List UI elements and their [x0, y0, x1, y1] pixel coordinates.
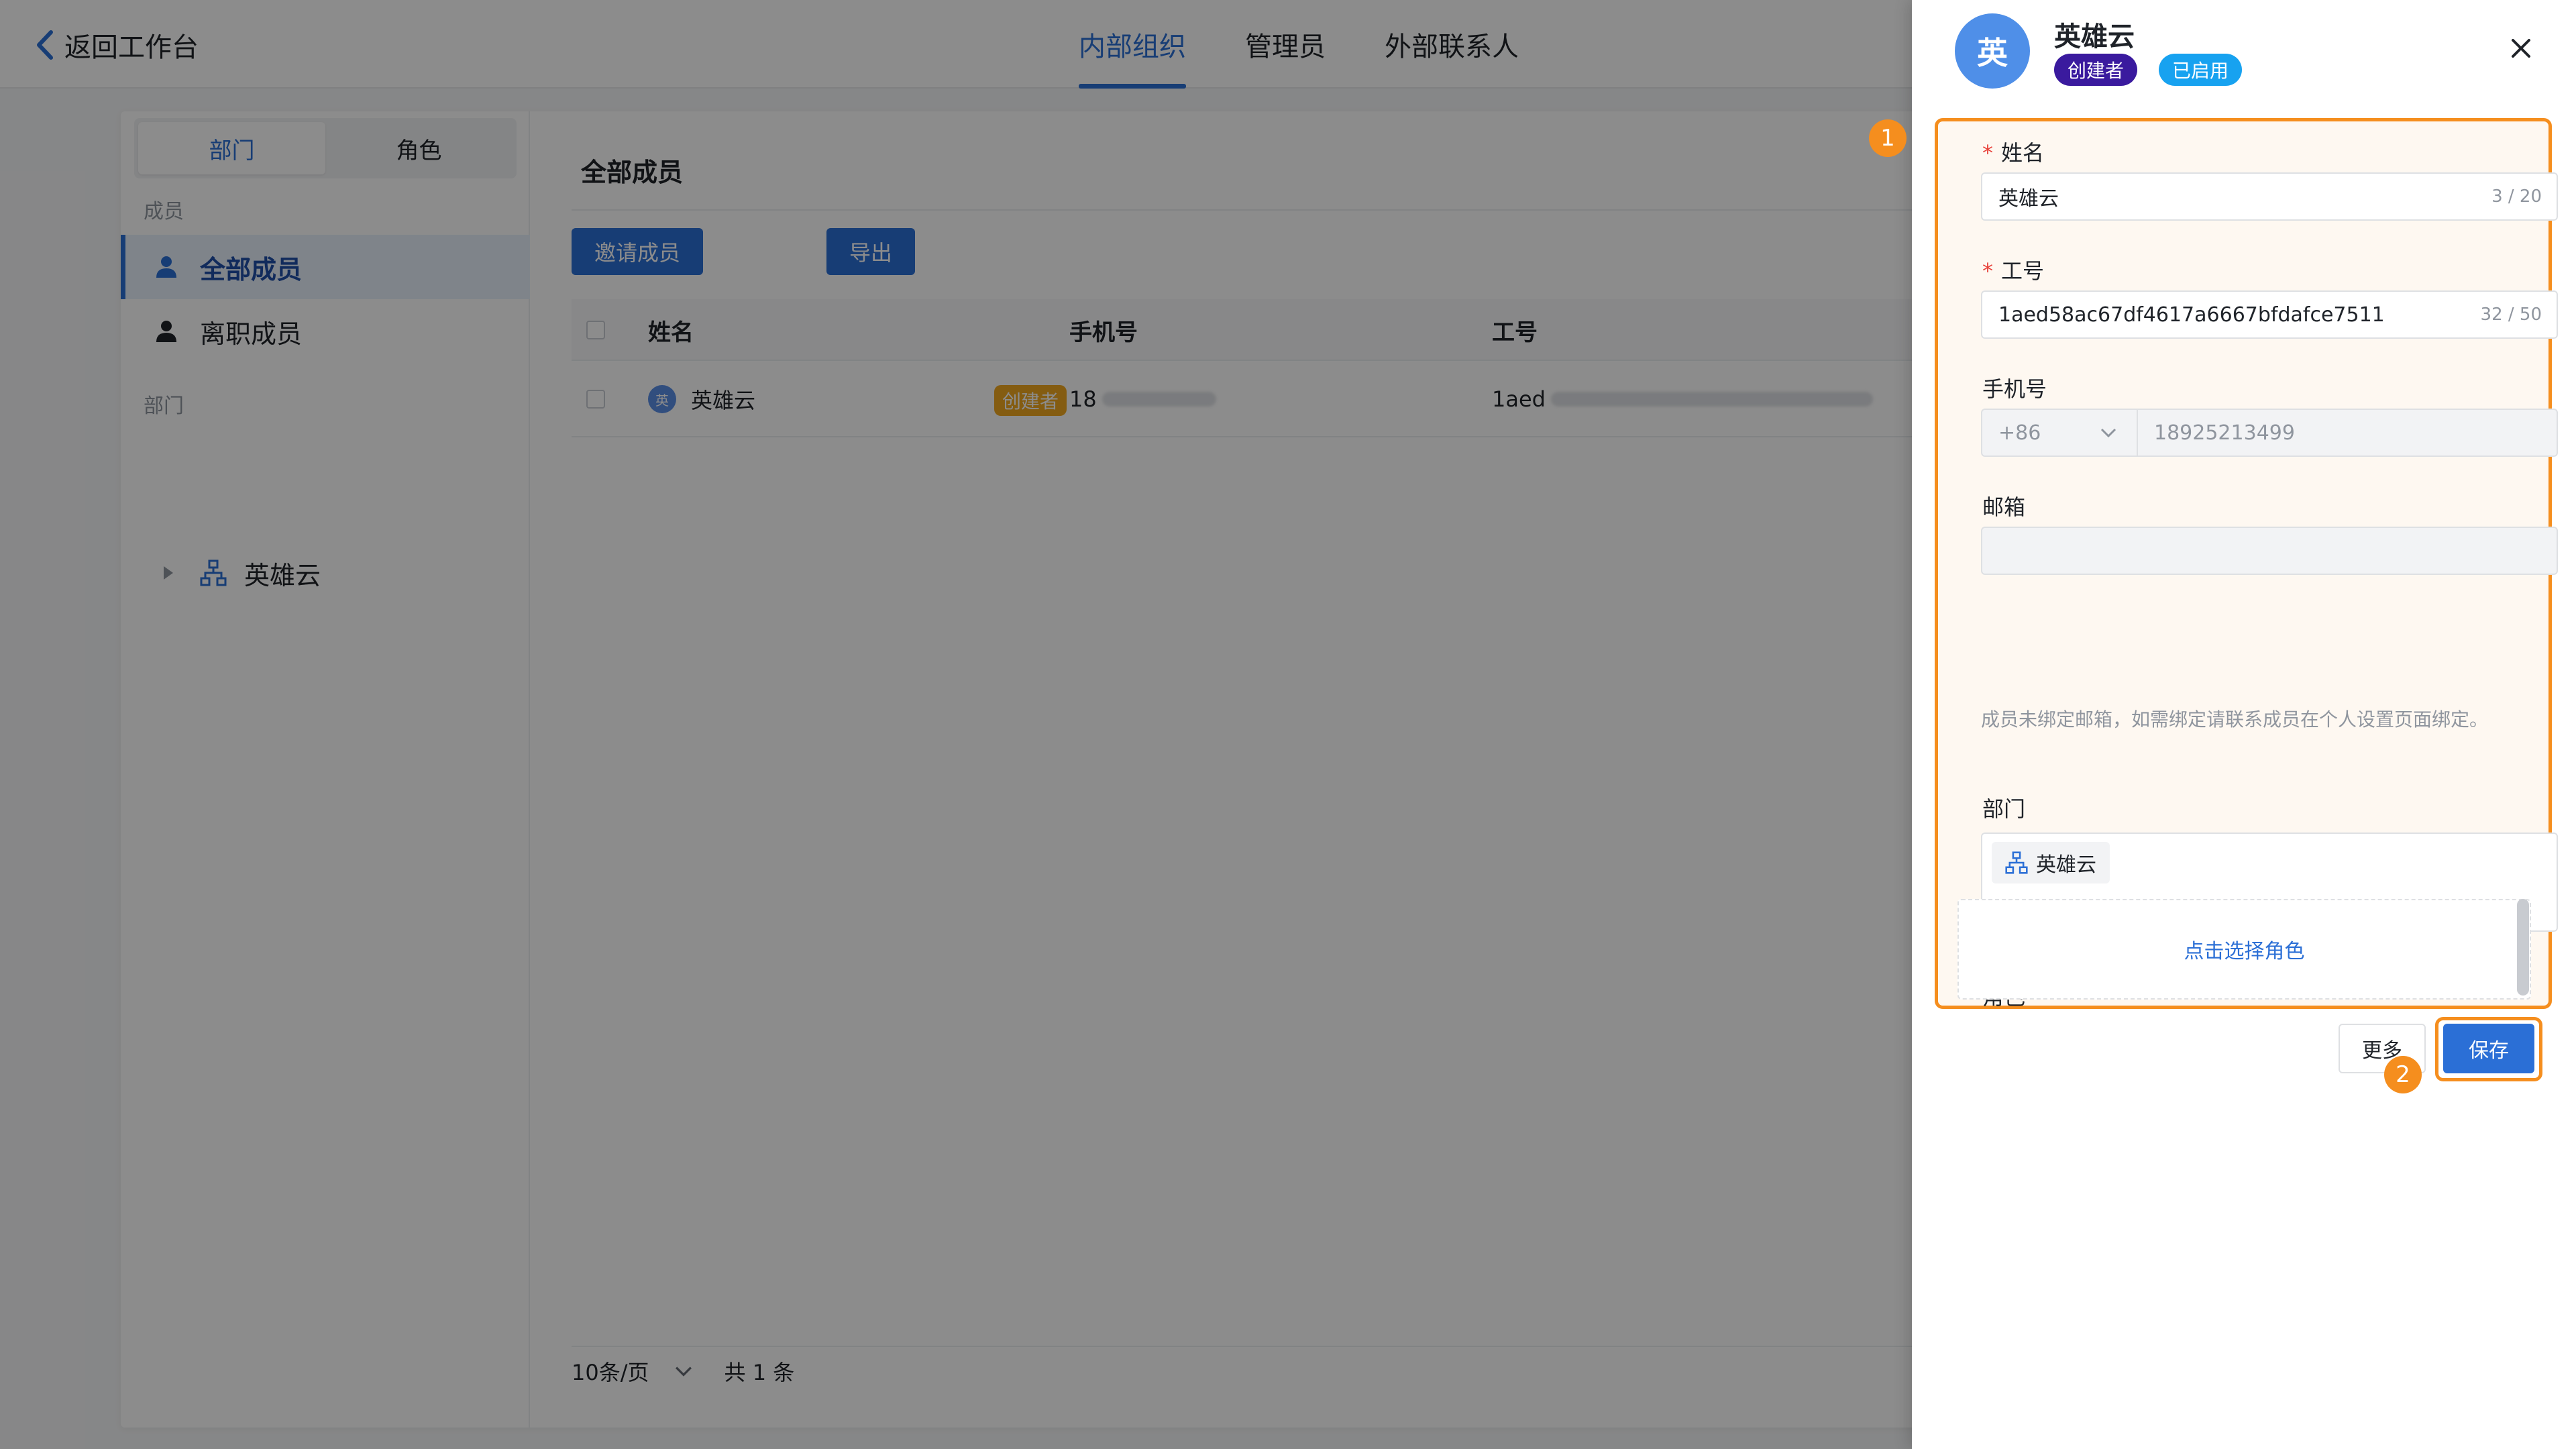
name-label: * 姓名: [1982, 140, 2045, 166]
phone-value[interactable]: 18925213499: [2138, 421, 2295, 445]
close-icon[interactable]: [2508, 35, 2534, 62]
drawer-header: 英 英雄云 创建者 已启用: [1912, 0, 2576, 101]
country-code-select[interactable]: +86: [1982, 410, 2138, 455]
department-tag[interactable]: 英雄云: [1992, 842, 2110, 883]
callout-marker: 1: [1869, 119, 1907, 157]
department-tag-label: 英雄云: [2036, 853, 2096, 877]
email-label: 邮箱: [1982, 494, 2026, 520]
email-hint: 成员未绑定邮箱，如需绑定请联系成员在个人设置页面绑定。: [1981, 708, 2489, 731]
employee-id-label: * 工号: [1982, 258, 2045, 284]
member-form: * 姓名 英雄云 3 / 20 * 工号 1aed58ac67df4617a6667…: [1935, 118, 2558, 1010]
employee-id-input[interactable]: 1aed58ac67df4617a6667bfdafce7511 32 / 50: [1981, 290, 2558, 339]
employee-id-char-count: 32 / 50: [2480, 305, 2542, 325]
member-name: 英雄云: [2054, 21, 2135, 52]
creator-badge: 创建者: [2054, 54, 2138, 86]
save-button[interactable]: 保存: [2443, 1024, 2534, 1073]
employee-id-value: 1aed58ac67df4617a6667bfdafce7511: [1998, 303, 2385, 327]
email-input[interactable]: [1981, 527, 2558, 575]
chevron-down-icon: [2100, 428, 2116, 437]
required-mark: *: [1982, 140, 1993, 166]
member-edit-drawer: 英 英雄云 创建者 已启用 * 姓名 英雄云 3 / 20 * 工号 1aed58a…: [1869, 0, 2576, 1449]
name-char-count: 3 / 20: [2491, 186, 2542, 207]
avatar: 英: [1955, 13, 2030, 89]
org-chart-icon: [2005, 851, 2028, 874]
callout-marker: 2: [2384, 1056, 2422, 1093]
scrollbar[interactable]: [2517, 899, 2529, 996]
phone-label: 手机号: [1982, 376, 2047, 402]
name-input[interactable]: 英雄云 3 / 20: [1981, 172, 2558, 221]
phone-input-group: +86 18925213499: [1981, 409, 2558, 457]
country-code: +86: [1998, 421, 2041, 445]
role-select[interactable]: 点击选择角色: [1957, 899, 2531, 1000]
enabled-badge: 已启用: [2159, 54, 2243, 86]
required-mark: *: [1982, 258, 1993, 284]
name-value: 英雄云: [1998, 187, 2059, 211]
department-label: 部门: [1982, 796, 2026, 822]
